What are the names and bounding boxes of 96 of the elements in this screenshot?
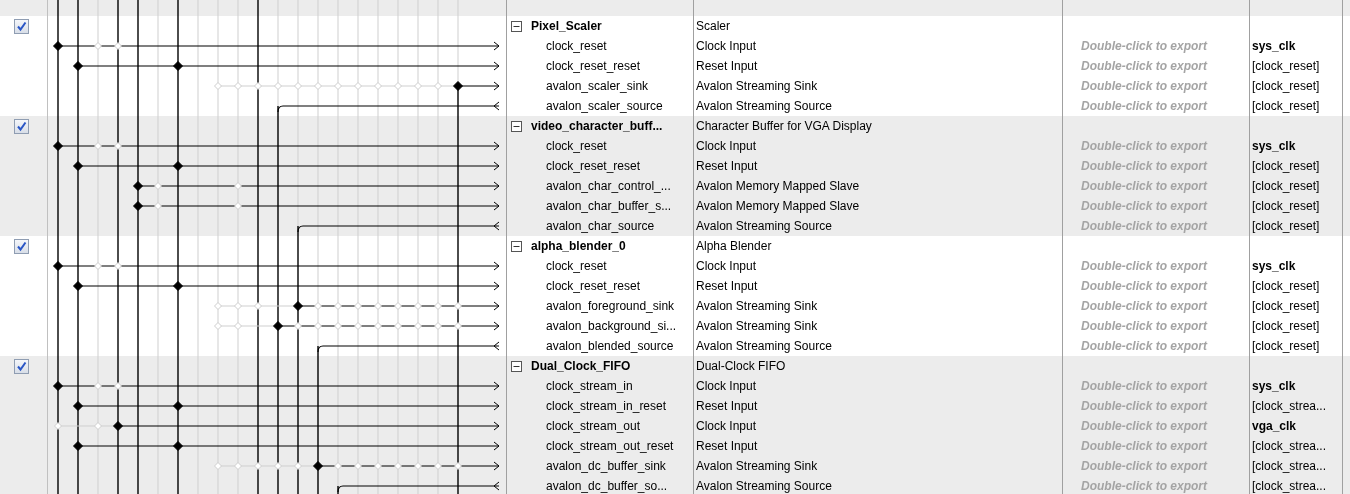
port-name: clock_stream_in [546,378,633,395]
enable-checkbox[interactable] [14,238,29,254]
collapse-icon[interactable] [511,120,522,132]
export-hint[interactable]: Double-click to export [1081,336,1208,356]
port-description: Avalon Streaming Sink [696,78,818,95]
export-hint[interactable]: Double-click to export [1081,316,1208,336]
export-hint[interactable]: Double-click to export [1081,176,1208,196]
module-name: Dual_Clock_FIFO [531,358,631,375]
clock-connection: [clock_reset] [1252,278,1320,295]
port-description: Avalon Memory Mapped Slave [696,198,860,215]
clock-connection: [clock_reset] [1252,178,1320,195]
port-description: Avalon Streaming Source [696,98,832,115]
export-hint[interactable]: Double-click to export [1081,216,1208,236]
export-hint[interactable]: Double-click to export [1081,276,1208,296]
port-name: avalon_scaler_source [546,98,663,115]
port-description: Clock Input [696,38,757,55]
module-name: Pixel_Scaler [531,18,602,35]
enable-checkbox[interactable] [14,118,29,134]
port-name: clock_stream_out [546,418,641,435]
port-name: avalon_char_source [546,218,655,235]
port-name: avalon_scaler_sink [546,78,649,95]
module-description: Scaler [696,18,730,35]
export-hint[interactable]: Double-click to export [1081,296,1208,316]
clock-connection: sys_clk [1252,258,1296,275]
module-description: Alpha Blender [696,238,772,255]
export-hint[interactable]: Double-click to export [1081,396,1208,416]
port-name: avalon_blended_source [546,338,674,355]
clock-connection: [clock_strea... [1252,398,1327,415]
port-description: Avalon Memory Mapped Slave [696,178,860,195]
export-hint[interactable]: Double-click to export [1081,196,1208,216]
export-hint[interactable]: Double-click to export [1081,36,1208,56]
collapse-icon[interactable] [511,20,522,32]
port-description: Clock Input [696,378,757,395]
port-description: Clock Input [696,138,757,155]
port-name: clock_reset [546,38,607,55]
export-hint[interactable]: Double-click to export [1081,456,1208,476]
port-description: Avalon Streaming Source [696,218,832,235]
export-hint[interactable]: Double-click to export [1081,96,1208,116]
port-name: avalon_dc_buffer_so... [546,478,668,494]
port-description: Avalon Streaming Sink [696,318,818,335]
port-name: clock_reset [546,138,607,155]
module-description: Character Buffer for VGA Display [696,118,872,135]
module-name: alpha_blender_0 [531,238,626,255]
port-description: Reset Input [696,438,758,455]
clock-connection: vga_clk [1252,418,1297,435]
clock-connection: [clock_reset] [1252,198,1320,215]
export-hint[interactable]: Double-click to export [1081,76,1208,96]
clock-connection: [clock_reset] [1252,318,1320,335]
export-hint[interactable]: Double-click to export [1081,136,1208,156]
collapse-icon[interactable] [511,360,522,372]
port-description: Clock Input [696,258,757,275]
port-name: clock_reset_reset [546,278,641,295]
port-description: Clock Input [696,418,757,435]
export-hint[interactable]: Double-click to export [1081,416,1208,436]
export-hint[interactable]: Double-click to export [1081,376,1208,396]
clock-connection: [clock_reset] [1252,58,1320,75]
port-name: avalon_char_control_... [546,178,671,195]
port-name: avalon_dc_buffer_sink [546,458,666,475]
clock-connection: [clock_strea... [1252,438,1327,455]
export-hint[interactable]: Double-click to export [1081,436,1208,456]
port-description: Avalon Streaming Sink [696,298,818,315]
clock-connection: [clock_reset] [1252,98,1320,115]
port-description: Reset Input [696,398,758,415]
port-description: Reset Input [696,58,758,75]
export-hint[interactable]: Double-click to export [1081,56,1208,76]
enable-checkbox[interactable] [14,358,29,374]
port-description: Reset Input [696,158,758,175]
port-name: avalon_char_buffer_s... [546,198,672,215]
port-description: Avalon Streaming Source [696,338,832,355]
clock-connection: [clock_reset] [1252,78,1320,95]
port-name: clock_reset [546,258,607,275]
export-hint[interactable]: Double-click to export [1081,156,1208,176]
module-description: Dual-Clock FIFO [696,358,786,375]
port-name: clock_reset_reset [546,158,641,175]
port-description: Avalon Streaming Sink [696,458,818,475]
clock-connection: [clock_reset] [1252,218,1320,235]
collapse-icon[interactable] [511,240,522,252]
port-description: Reset Input [696,278,758,295]
port-name: avalon_foreground_sink [546,298,675,315]
clock-connection: [clock_reset] [1252,338,1320,355]
clock-connection: [clock_reset] [1252,158,1320,175]
clock-connection: sys_clk [1252,378,1296,395]
clock-connection: [clock_reset] [1252,298,1320,315]
port-name: clock_stream_out_reset [546,438,674,455]
clock-connection: [clock_strea... [1252,458,1327,475]
port-name: avalon_background_si... [546,318,677,335]
clock-connection: sys_clk [1252,38,1296,55]
clock-connection: sys_clk [1252,138,1296,155]
port-name: clock_stream_in_reset [546,398,667,415]
module-name: video_character_buff... [531,118,663,135]
port-description: Avalon Streaming Source [696,478,832,494]
export-hint[interactable]: Double-click to export [1081,476,1208,494]
clock-connection: [clock_strea... [1252,478,1327,494]
export-hint[interactable]: Double-click to export [1081,256,1208,276]
enable-checkbox[interactable] [14,18,29,34]
port-name: clock_reset_reset [546,58,641,75]
